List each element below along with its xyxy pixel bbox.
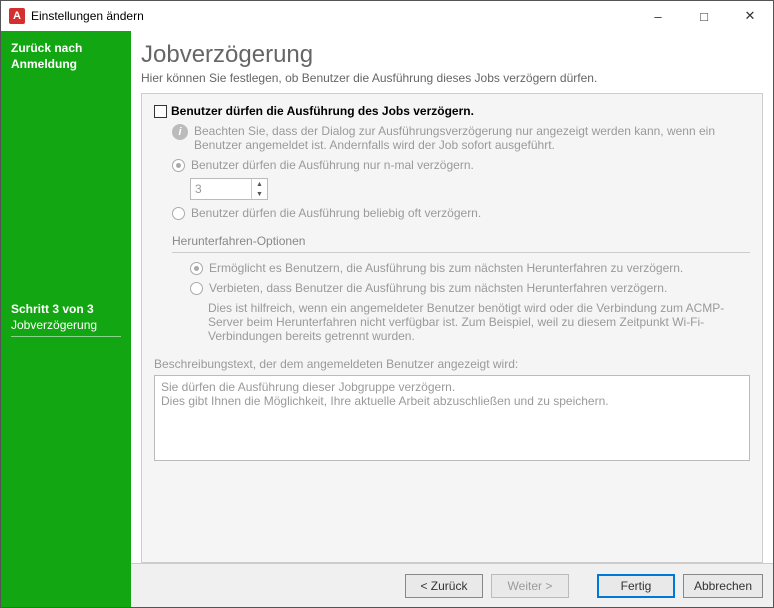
- page-title: Jobverzögerung: [141, 41, 761, 69]
- sidebar-back-link[interactable]: Zurück nach Anmeldung: [11, 41, 121, 72]
- page-header: Jobverzögerung Hier können Sie festlegen…: [131, 31, 773, 93]
- description-label: Beschreibungstext, der dem angemeldeten …: [154, 357, 750, 371]
- dialog-window: A Einstellungen ändern – □ ✕ Zurück nach…: [0, 0, 774, 608]
- window-controls: – □ ✕: [635, 1, 773, 31]
- sidebar-back-line1: Zurück nach: [11, 41, 121, 57]
- shutdown-group-label: Herunterfahren-Optionen: [172, 234, 750, 248]
- content-area: Jobverzögerung Hier können Sie festlegen…: [131, 31, 773, 607]
- dialog-body: Zurück nach Anmeldung Schritt 3 von 3 Jo…: [1, 31, 773, 607]
- minimize-button[interactable]: –: [635, 1, 681, 31]
- next-button: Weiter >: [491, 574, 569, 598]
- sidebar-back-line2: Anmeldung: [11, 57, 121, 73]
- shutdown-help-row: Dies ist hilfreich, wenn ein angemeldete…: [208, 301, 750, 343]
- cancel-button[interactable]: Abbrechen: [683, 574, 763, 598]
- back-button[interactable]: < Zurück: [405, 574, 483, 598]
- n-value-spinner[interactable]: ▲ ▼: [190, 178, 268, 200]
- allow-delay-label: Benutzer dürfen die Ausführung des Jobs …: [171, 104, 474, 118]
- app-icon: A: [9, 8, 25, 24]
- settings-panel: Benutzer dürfen die Ausführung des Jobs …: [141, 93, 763, 563]
- allow-delay-row: Benutzer dürfen die Ausführung des Jobs …: [154, 104, 750, 118]
- radio-unlimited-label: Benutzer dürfen die Ausführung beliebig …: [191, 206, 481, 220]
- shutdown-group-divider: [172, 252, 750, 253]
- sidebar-step: Schritt 3 von 3 Jobverzögerung: [11, 302, 121, 337]
- radio-unlimited-row: Benutzer dürfen die Ausführung beliebig …: [172, 206, 750, 220]
- radio-n-times-row: Benutzer dürfen die Ausführung nur n-mal…: [172, 158, 750, 172]
- info-icon: i: [172, 124, 188, 140]
- radio-n-times[interactable]: [172, 159, 185, 172]
- info-text: Beachten Sie, dass der Dialog zur Ausfüh…: [194, 124, 750, 152]
- spinner-up[interactable]: ▲: [252, 179, 267, 189]
- spinner-down[interactable]: ▼: [252, 189, 267, 199]
- wizard-sidebar: Zurück nach Anmeldung Schritt 3 von 3 Jo…: [1, 31, 131, 607]
- radio-shutdown-forbid[interactable]: [190, 282, 203, 295]
- radio-shutdown-allow[interactable]: [190, 262, 203, 275]
- info-row: i Beachten Sie, dass der Dialog zur Ausf…: [172, 124, 750, 152]
- titlebar: A Einstellungen ändern – □ ✕: [1, 1, 773, 31]
- maximize-button[interactable]: □: [681, 1, 727, 31]
- radio-unlimited[interactable]: [172, 207, 185, 220]
- finish-button[interactable]: Fertig: [597, 574, 675, 598]
- radio-shutdown-allow-label: Ermöglicht es Benutzern, die Ausführung …: [209, 261, 683, 275]
- radio-n-times-label: Benutzer dürfen die Ausführung nur n-mal…: [191, 158, 474, 172]
- page-subtitle: Hier können Sie festlegen, ob Benutzer d…: [141, 71, 761, 85]
- shutdown-allow-row: Ermöglicht es Benutzern, die Ausführung …: [190, 261, 750, 275]
- allow-delay-checkbox[interactable]: [154, 105, 167, 118]
- spinner-arrows: ▲ ▼: [251, 179, 267, 199]
- radio-shutdown-forbid-label: Verbieten, dass Benutzer die Ausführung …: [209, 281, 667, 295]
- close-button[interactable]: ✕: [727, 1, 773, 31]
- wizard-footer: < Zurück Weiter > Fertig Abbrechen: [131, 563, 773, 607]
- window-title: Einstellungen ändern: [31, 9, 635, 23]
- shutdown-help-text: Dies ist hilfreich, wenn ein angemeldete…: [208, 301, 750, 343]
- n-value-row: ▲ ▼: [190, 178, 750, 200]
- sidebar-step-label: Schritt 3 von 3: [11, 302, 121, 316]
- description-textarea[interactable]: Sie dürfen die Ausführung dieser Jobgrup…: [154, 375, 750, 461]
- shutdown-forbid-row: Verbieten, dass Benutzer die Ausführung …: [190, 281, 750, 295]
- n-value-input[interactable]: [191, 179, 251, 199]
- sidebar-step-name: Jobverzögerung: [11, 318, 121, 337]
